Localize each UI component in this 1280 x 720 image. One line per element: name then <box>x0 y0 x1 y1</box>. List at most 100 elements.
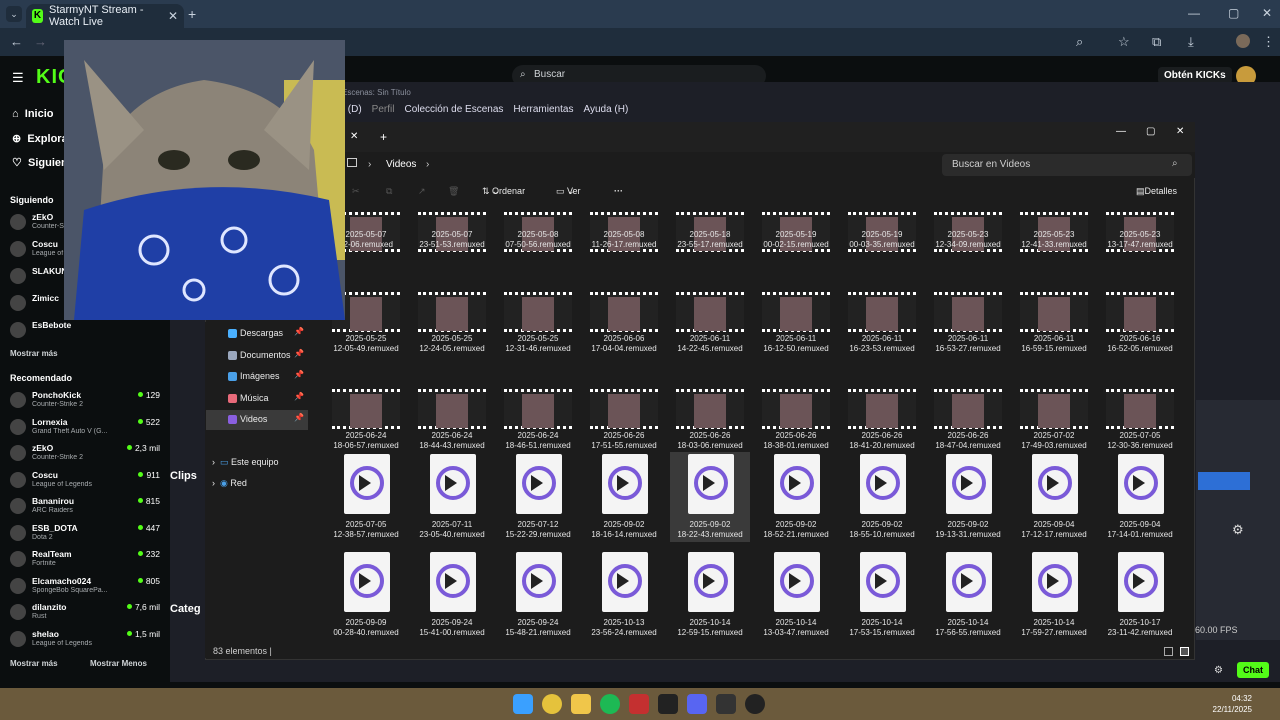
minimize-icon[interactable]: — <box>1188 6 1200 20</box>
tree-network[interactable]: › ◉ Red <box>212 478 247 489</box>
pin-icon[interactable]: 📌 <box>294 370 304 379</box>
explorer-close-icon[interactable]: ✕ <box>1176 126 1184 137</box>
file-item[interactable]: 2025-05-25 12-24-05.remuxed <box>412 290 492 380</box>
file-item[interactable]: 2025-06-11 16-59-15.remuxed <box>1014 290 1094 380</box>
delete-icon[interactable]: 🗑 <box>448 186 459 197</box>
copy-icon[interactable]: ⧉ <box>386 186 392 197</box>
close-explorer-tab-icon[interactable]: ✕ <box>350 131 358 142</box>
pin-icon[interactable]: 📌 <box>294 327 304 336</box>
file-item[interactable]: 2025-07-11 23-05-40.remuxed <box>412 452 492 542</box>
file-item[interactable]: 2025-10-13 23-56-24.remuxed <box>584 550 664 640</box>
file-item[interactable]: 2025-05-08 11-26-17.remuxed <box>584 202 664 292</box>
chat-settings-icon[interactable]: ⚙ <box>1214 665 1223 676</box>
file-item[interactable]: 2025-09-04 17-14-01.remuxed <box>1100 452 1180 542</box>
pin-icon[interactable]: 📌 <box>294 413 304 422</box>
following-item[interactable]: EsBebote <box>10 320 160 342</box>
obs-menu-item[interactable]: Herramientas <box>513 104 573 115</box>
file-item[interactable]: 2025-06-16 16-52-05.remuxed <box>1100 290 1180 380</box>
show-more-following[interactable]: Mostrar más <box>10 349 58 358</box>
file-item[interactable]: 2025-06-11 16-53-27.remuxed <box>928 290 1008 380</box>
explorer-maximize-icon[interactable]: ▢ <box>1146 126 1155 137</box>
recommended-item[interactable]: Lornexia Grand Theft Auto V (G... 522 <box>10 417 160 439</box>
close-tab-icon[interactable]: ✕ <box>168 9 178 23</box>
explorer-search-input[interactable]: Buscar en Videos <box>942 154 1192 176</box>
file-item[interactable]: 2025-09-02 18-52-21.remuxed <box>756 452 836 542</box>
file-item[interactable]: 2025-09-24 15-48-21.remuxed <box>498 550 578 640</box>
extensions-icon[interactable]: ⧉ <box>1152 34 1161 50</box>
file-item[interactable]: 2025-05-23 12-41-33.remuxed <box>1014 202 1094 292</box>
details-button[interactable]: ▤ Detalles <box>1136 186 1177 197</box>
pin-icon[interactable]: 📌 <box>294 392 304 401</box>
file-item[interactable]: 2025-10-14 17-59-27.remuxed <box>1014 550 1094 640</box>
file-item[interactable]: 2025-09-04 17-12-17.remuxed <box>1014 452 1094 542</box>
recommended-item[interactable]: dilanzito Rust 7,6 mil <box>10 602 160 624</box>
hamburger-menu-icon[interactable]: ☰ <box>12 70 24 86</box>
file-item[interactable]: 2025-07-12 15-22-29.remuxed <box>498 452 578 542</box>
file-item[interactable]: 2025-09-02 18-55-10.remuxed <box>842 452 922 542</box>
explorer-minimize-icon[interactable]: — <box>1116 126 1126 137</box>
share-icon[interactable]: ↗ <box>418 186 426 197</box>
show-more-recommended[interactable]: Mostrar más <box>10 659 58 668</box>
obs-start-streaming-button[interactable] <box>1198 472 1250 490</box>
steam-icon[interactable] <box>716 694 736 714</box>
nav-home[interactable]: ⌂ Inicio <box>12 108 54 120</box>
file-item[interactable]: 2025-06-11 16-23-53.remuxed <box>842 290 922 380</box>
profile-avatar[interactable] <box>1236 34 1250 48</box>
file-item[interactable]: 2025-06-06 17-04-04.remuxed <box>584 290 664 380</box>
obs-icon[interactable] <box>745 694 765 714</box>
file-item[interactable]: 2025-06-11 16-12-50.remuxed <box>756 290 836 380</box>
details-view-icon[interactable] <box>1164 647 1173 656</box>
back-icon[interactable]: ← <box>10 34 23 49</box>
file-item[interactable]: 2025-05-25 12-31-46.remuxed <box>498 290 578 380</box>
file-explorer-icon[interactable] <box>571 694 591 714</box>
chat-button[interactable]: Chat <box>1237 662 1269 678</box>
file-item[interactable]: 2025-05-19 00-03-35.remuxed <box>842 202 922 292</box>
file-item[interactable]: 2025-09-02 19-13-31.remuxed <box>928 452 1008 542</box>
start-icon[interactable] <box>513 694 533 714</box>
pin-icon[interactable]: 📌 <box>294 349 304 358</box>
nav-pane-item[interactable]: Documentos 📌 <box>206 346 308 366</box>
file-item[interactable]: 2025-10-14 13-03-47.remuxed <box>756 550 836 640</box>
browser-tab[interactable]: K StarmyNT Stream - Watch Live ✕ <box>26 4 184 28</box>
obs-menu-item[interactable]: Perfil <box>372 104 395 115</box>
tab-search-icon[interactable]: ⌄ <box>6 6 22 22</box>
forward-icon[interactable]: → <box>34 34 47 49</box>
recommended-item[interactable]: ESB_DOTA Dota 2 447 <box>10 523 160 545</box>
file-item[interactable]: 2025-10-14 17-53-15.remuxed <box>842 550 922 640</box>
browser-menu-icon[interactable]: ⋮ <box>1262 34 1275 50</box>
file-item[interactable]: 2025-09-09 00-28-40.remuxed <box>326 550 406 640</box>
file-item[interactable]: 2025-05-18 23-55-17.remuxed <box>670 202 750 292</box>
recommended-item[interactable]: PonchoKick Counter-Strike 2 129 <box>10 390 160 412</box>
large-icons-view-icon[interactable] <box>1180 647 1189 656</box>
chrome-icon[interactable] <box>542 694 562 714</box>
recommended-item[interactable]: shelao League of Legends 1,5 mil <box>10 629 160 651</box>
nav-pane-item[interactable]: Imágenes 📌 <box>206 367 308 387</box>
tree-this-pc[interactable]: › ▭ Este equipo <box>212 457 279 468</box>
more-options-icon[interactable]: ··· <box>614 186 623 196</box>
epic-games-icon[interactable] <box>658 694 678 714</box>
obs-settings-gear-icon[interactable]: ⚙ <box>1232 522 1244 538</box>
recommended-item[interactable]: Coscu League of Legends 911 <box>10 470 160 492</box>
chevron-right-icon[interactable]: › <box>426 159 429 170</box>
show-less-recommended[interactable]: Mostrar Menos <box>90 659 147 668</box>
file-item[interactable]: 2025-05-08 07-50-56.remuxed <box>498 202 578 292</box>
app-icon[interactable] <box>629 694 649 714</box>
new-explorer-tab-icon[interactable]: + <box>380 130 387 144</box>
file-item[interactable]: 2025-05-23 13-17-47.remuxed <box>1100 202 1180 292</box>
file-item[interactable]: 2025-05-23 12-34-09.remuxed <box>928 202 1008 292</box>
recommended-item[interactable]: RealTeam Fortnite 232 <box>10 549 160 571</box>
file-item[interactable]: 2025-10-17 23-11-42.remuxed <box>1100 550 1180 640</box>
file-item[interactable]: 2025-06-11 14-22-45.remuxed <box>670 290 750 380</box>
zoom-icon[interactable]: ⌕ <box>1076 34 1083 50</box>
taskbar-clock[interactable]: 04:32 22/11/2025 <box>1210 693 1252 715</box>
file-item[interactable]: 2025-10-14 17-56-55.remuxed <box>928 550 1008 640</box>
file-item[interactable]: 2025-05-19 00-02-15.remuxed <box>756 202 836 292</box>
view-button[interactable]: ▭ Ver ⌄ <box>556 186 581 197</box>
file-item[interactable]: 2025-09-02 18-22-43.remuxed <box>670 452 750 542</box>
cut-icon[interactable]: ✂ <box>352 186 360 197</box>
spotify-icon[interactable] <box>600 694 620 714</box>
sort-button[interactable]: ⇅ Ordenar ⌄ <box>482 186 525 197</box>
recommended-item[interactable]: zEkO Counter-Strike 2 2,3 mil <box>10 443 160 465</box>
nav-pane-item[interactable]: Música 📌 <box>206 389 308 409</box>
download-icon[interactable]: ⤓ <box>1188 34 1194 50</box>
